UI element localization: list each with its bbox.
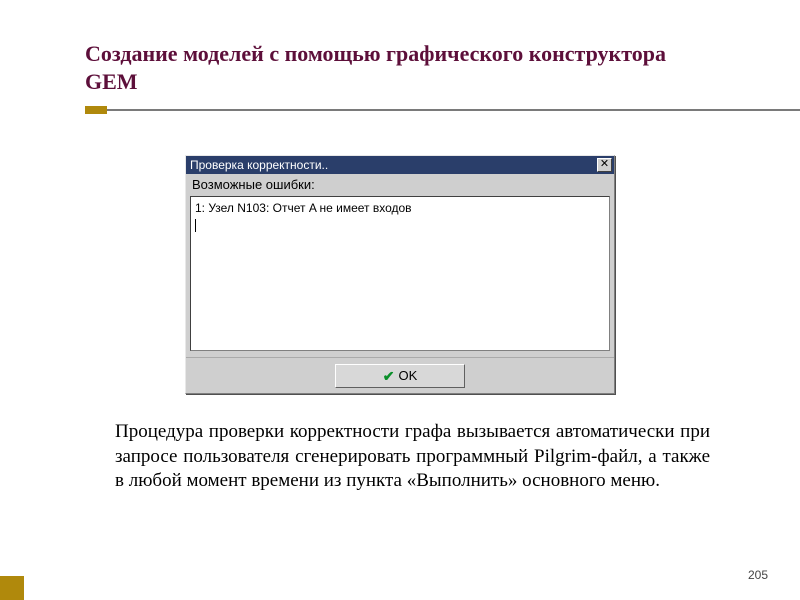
slide-title: Создание моделей с помощью графического …: [85, 40, 715, 95]
close-icon: ✕: [600, 158, 609, 170]
ok-button[interactable]: ✔ OK: [335, 364, 465, 388]
page-number: 205: [748, 568, 768, 582]
slide-body-text: Процедура проверки корректности графа вы…: [115, 420, 710, 494]
ok-button-label: OK: [398, 368, 417, 383]
error-dialog: Проверка корректности.. ✕ Возможные ошиб…: [185, 155, 615, 394]
check-icon: ✔: [383, 369, 395, 383]
dialog-title: Проверка корректности..: [190, 158, 328, 172]
cursor-line: [195, 216, 605, 232]
errors-listbox[interactable]: 1: Узел N103: Отчет A не имеет входов: [190, 196, 610, 351]
dialog-button-bar: ✔ OK: [186, 357, 614, 393]
close-button[interactable]: ✕: [597, 158, 612, 172]
errors-group-label: Возможные ошибки:: [186, 174, 614, 196]
error-item: 1: Узел N103: Отчет A не имеет входов: [195, 200, 605, 216]
title-accent-block: [85, 106, 107, 114]
dialog-titlebar: Проверка корректности.. ✕: [186, 156, 614, 174]
title-divider: [107, 109, 800, 111]
text-cursor: [195, 219, 196, 232]
corner-accent: [0, 576, 24, 600]
